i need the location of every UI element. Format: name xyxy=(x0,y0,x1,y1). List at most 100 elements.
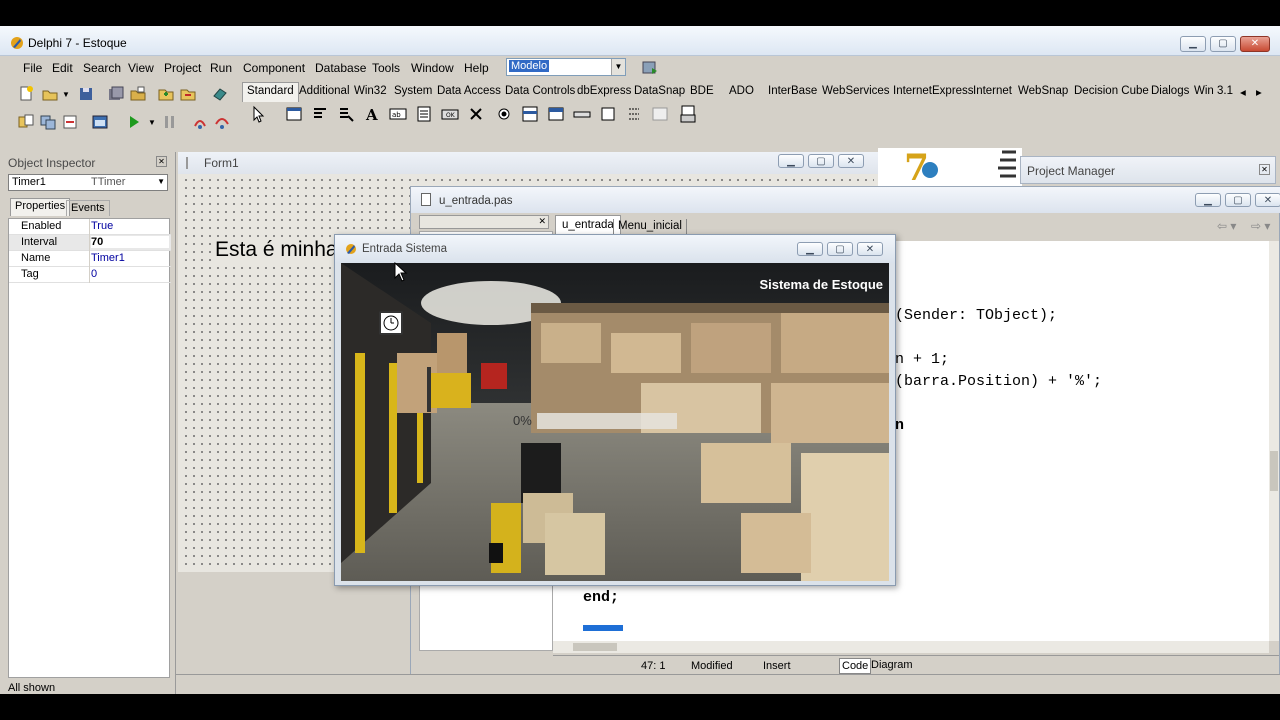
radiogroup-icon[interactable] xyxy=(624,104,644,124)
menu-file[interactable]: File xyxy=(23,61,42,75)
remove-file-icon[interactable] xyxy=(178,84,198,104)
trace-into-icon[interactable] xyxy=(190,112,210,132)
scrollbar-icon[interactable] xyxy=(572,104,592,124)
close-button[interactable]: ✕ xyxy=(1240,36,1270,52)
entrada-sistema-window[interactable]: Entrada Sistema ▁ ▢ ✕ Sistema de Estoque… xyxy=(334,234,896,586)
help-icon[interactable] xyxy=(210,84,230,104)
property-row[interactable]: Interval 70 xyxy=(9,235,171,251)
menu-window[interactable]: Window xyxy=(411,61,454,75)
toggle-form-unit-icon[interactable] xyxy=(60,112,80,132)
new-icon[interactable] xyxy=(16,84,36,104)
listbox-icon[interactable] xyxy=(520,104,540,124)
maximize-button[interactable]: ▢ xyxy=(827,242,853,256)
view-unit-icon[interactable] xyxy=(16,112,36,132)
edit-icon[interactable]: ab xyxy=(388,104,408,124)
vertical-scrollbar[interactable] xyxy=(1269,241,1279,641)
desktop-layout-combo[interactable]: Modelo ▼ xyxy=(506,58,626,76)
tab-code[interactable]: Code xyxy=(839,658,872,674)
open-icon[interactable] xyxy=(40,84,60,104)
new-form-icon[interactable] xyxy=(90,112,110,132)
tab-events[interactable]: Events xyxy=(66,200,110,216)
pointer-icon[interactable] xyxy=(248,104,268,124)
property-value[interactable]: 0 xyxy=(91,268,97,280)
step-over-icon[interactable] xyxy=(212,112,232,132)
frames-icon[interactable] xyxy=(284,104,304,124)
minimize-button[interactable]: ▁ xyxy=(1195,193,1221,207)
button-icon[interactable]: OK xyxy=(440,104,460,124)
minimize-button[interactable]: ▁ xyxy=(1180,36,1206,52)
tab-decision-cube[interactable]: Decision Cube xyxy=(1074,85,1149,97)
scrollbar-thumb[interactable] xyxy=(573,643,617,651)
tab-dbexpress[interactable]: dbExpress xyxy=(577,85,631,97)
palette-scroll-left-icon[interactable]: ◂ xyxy=(1240,85,1246,99)
back-arrow-icon[interactable]: ⇦ ▾ xyxy=(1217,219,1236,233)
panel-icon[interactable] xyxy=(650,104,670,124)
forward-arrow-icon[interactable]: ⇨ ▾ xyxy=(1251,219,1270,233)
menu-edit[interactable]: Edit xyxy=(52,61,73,75)
open-project-icon[interactable] xyxy=(128,84,148,104)
chevron-down-icon[interactable]: ▼ xyxy=(148,118,156,127)
menu-tools[interactable]: Tools xyxy=(372,61,400,75)
object-selector[interactable]: Timer1 TTimer ▼ xyxy=(8,174,168,191)
tab-system[interactable]: System xyxy=(394,85,432,97)
add-file-icon[interactable] xyxy=(156,84,176,104)
main-menu-icon[interactable] xyxy=(310,104,330,124)
menu-search[interactable]: Search xyxy=(83,61,121,75)
tab-interbase[interactable]: InterBase xyxy=(768,85,817,97)
save-all-icon[interactable] xyxy=(106,84,126,104)
palette-scroll-right-icon[interactable]: ▸ xyxy=(1256,85,1262,99)
tab-bde[interactable]: BDE xyxy=(690,85,714,97)
view-form-icon[interactable] xyxy=(38,112,58,132)
menu-project[interactable]: Project xyxy=(164,61,201,75)
maximize-button[interactable]: ▢ xyxy=(1225,193,1251,207)
tab-ado[interactable]: ADO xyxy=(729,85,754,97)
chevron-down-icon[interactable]: ▼ xyxy=(62,90,70,99)
run-icon[interactable] xyxy=(124,112,144,132)
actionlist-icon[interactable] xyxy=(678,104,698,124)
tab-internet[interactable]: Internet xyxy=(973,85,1012,97)
property-row[interactable]: Name Timer1 xyxy=(9,251,171,267)
property-value[interactable]: Timer1 xyxy=(91,252,125,264)
pause-icon[interactable] xyxy=(160,112,180,132)
groupbox-icon[interactable] xyxy=(598,104,618,124)
close-icon[interactable]: ✕ xyxy=(538,216,546,227)
property-row[interactable]: Enabled True xyxy=(9,219,171,235)
menu-view[interactable]: View xyxy=(128,61,154,75)
close-button[interactable]: ✕ xyxy=(857,242,883,256)
tab-dialogs[interactable]: Dialogs xyxy=(1151,85,1189,97)
chevron-down-icon[interactable]: ▼ xyxy=(157,177,165,186)
tab-datasnap[interactable]: DataSnap xyxy=(634,85,685,97)
close-button[interactable]: ✕ xyxy=(838,154,864,168)
tab-standard[interactable]: Standard xyxy=(242,82,299,102)
scrollbar-thumb[interactable] xyxy=(1270,451,1278,491)
tab-additional[interactable]: Additional xyxy=(299,85,350,97)
popup-menu-icon[interactable] xyxy=(336,104,356,124)
tab-diagram[interactable]: Diagram xyxy=(871,659,913,671)
tab-data-access[interactable]: Data Access xyxy=(437,85,501,97)
menu-run[interactable]: Run xyxy=(210,61,232,75)
save-icon[interactable] xyxy=(76,84,96,104)
close-icon[interactable]: ✕ xyxy=(156,156,167,167)
tab-websnap[interactable]: WebSnap xyxy=(1018,85,1068,97)
minimize-button[interactable]: ▁ xyxy=(778,154,804,168)
label-icon[interactable]: A xyxy=(362,104,382,124)
maximize-button[interactable]: ▢ xyxy=(1210,36,1236,52)
close-button[interactable]: ✕ xyxy=(1255,193,1280,207)
tab-properties[interactable]: Properties xyxy=(10,198,71,216)
close-icon[interactable]: ✕ xyxy=(1259,164,1270,175)
horizontal-scrollbar[interactable] xyxy=(553,641,1269,653)
tab-webservices[interactable]: WebServices xyxy=(822,85,890,97)
radio-button-icon[interactable] xyxy=(494,104,514,124)
menu-component[interactable]: Component xyxy=(243,61,305,75)
property-row[interactable]: Tag 0 xyxy=(9,267,171,283)
maximize-button[interactable]: ▢ xyxy=(808,154,834,168)
menu-database[interactable]: Database xyxy=(315,61,366,75)
property-value[interactable]: 70 xyxy=(91,236,169,248)
save-desktop-icon[interactable] xyxy=(640,58,660,78)
timer-component-icon[interactable] xyxy=(379,311,403,335)
checkbox-icon[interactable] xyxy=(466,104,486,124)
memo-icon[interactable] xyxy=(414,104,434,124)
menu-help[interactable]: Help xyxy=(464,61,489,75)
property-value[interactable]: True xyxy=(91,220,113,232)
tab-win32[interactable]: Win32 xyxy=(354,85,387,97)
